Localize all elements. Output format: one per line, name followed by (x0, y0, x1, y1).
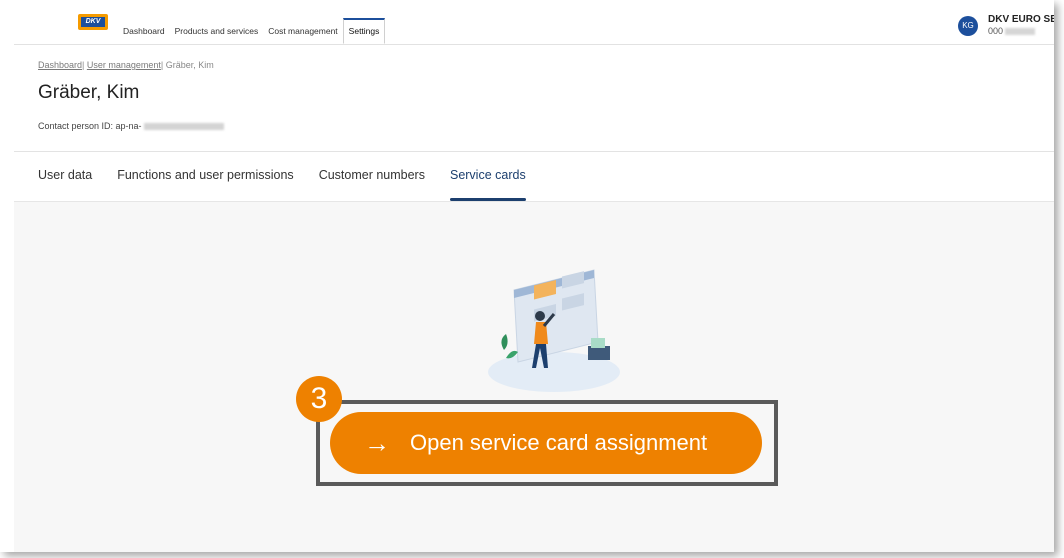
step-number-badge: 3 (296, 376, 342, 422)
redacted-id (143, 123, 224, 131)
redacted-number (1005, 28, 1036, 36)
nav-dashboard[interactable]: Dashboard (118, 18, 170, 44)
breadcrumb: Dashboard| User management| Gräber, Kim (38, 60, 214, 70)
main-nav: Dashboard Products and services Cost man… (118, 18, 386, 44)
nav-products-and-services[interactable]: Products and services (170, 18, 264, 44)
logo-text: DKV (81, 17, 105, 27)
contact-label: Contact person ID: ap-na- (38, 121, 142, 131)
avatar[interactable]: KG (958, 16, 978, 36)
button-label: Open service card assignment (410, 430, 708, 455)
account-name: DKV EURO SER (988, 14, 1054, 25)
breadcrumb-current: Gräber, Kim (165, 60, 214, 70)
account-number-text: 000 (988, 26, 1004, 36)
dkv-logo[interactable]: DKV (78, 14, 108, 30)
contact-person-id: Contact person ID: ap-na- (38, 121, 224, 131)
page-title: Gräber, Kim (38, 82, 140, 103)
arrow-right-icon: → (364, 428, 390, 458)
service-cards-panel (14, 202, 1054, 552)
open-service-card-assignment-button[interactable]: → Open service card assignment (330, 412, 762, 474)
breadcrumb-dashboard[interactable]: Dashboard (38, 60, 82, 70)
nav-settings[interactable]: Settings (342, 18, 386, 44)
tab-service-cards[interactable]: Service cards (449, 168, 526, 201)
service-card-illustration (488, 269, 620, 392)
breadcrumb-user-management[interactable]: User management (87, 60, 161, 70)
tab-service-cards-label: Service cards (449, 168, 526, 182)
divider (14, 151, 1054, 152)
app-window: DKV Dashboard Products and services Cost… (0, 0, 1054, 552)
tab-functions-and-user-permissions[interactable]: Functions and user permissions (117, 168, 293, 182)
tab-customer-numbers[interactable]: Customer numbers (319, 168, 425, 182)
nav-cost-management[interactable]: Cost management (263, 18, 342, 44)
top-navigation: DKV Dashboard Products and services Cost… (14, 8, 1054, 45)
tab-user-data[interactable]: User data (38, 168, 92, 182)
account-number: 000 (988, 26, 1036, 36)
tab-bar: User data Functions and user permissions… (38, 168, 551, 201)
